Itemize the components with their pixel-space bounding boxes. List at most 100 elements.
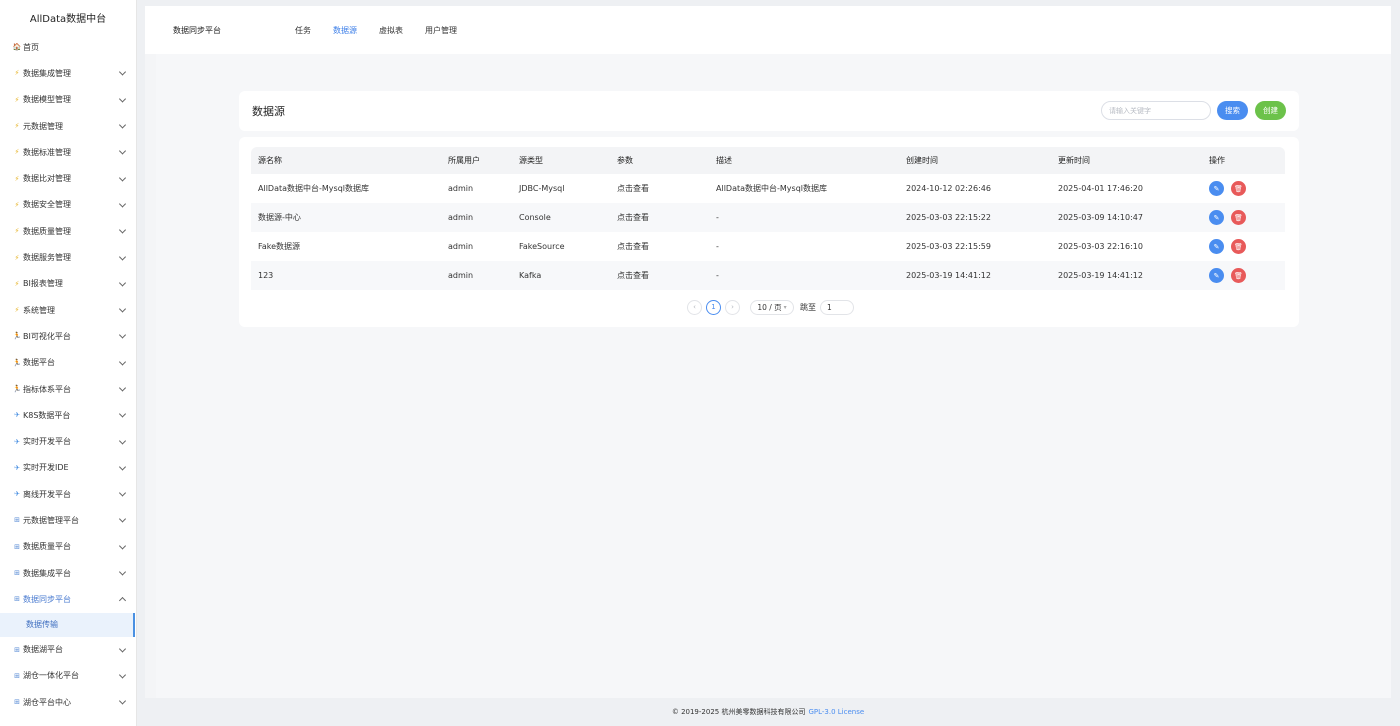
chevron-down-icon <box>118 252 127 261</box>
sidebar-item[interactable]: 🏃 指标体系平台 <box>0 376 136 402</box>
create-button[interactable]: 创建 <box>1255 101 1286 120</box>
sidebar-item[interactable]: ⚡ 数据安全管理 <box>0 192 136 218</box>
page-number-button[interactable]: 1 <box>706 299 721 315</box>
table-row: 123 admin Kafka 点击查看 - 2025-03-19 14:41:12 202… <box>251 261 1285 290</box>
chevron-down-icon <box>118 437 127 445</box>
sidebar-item[interactable]: ⚡ 数据集成管理 <box>0 60 136 86</box>
sidebar-item[interactable]: ⊞ 湖仓一体化平台 <box>0 663 136 689</box>
chevron-down-icon <box>118 697 127 705</box>
edit-icon[interactable]: ✎ <box>1209 239 1224 254</box>
sidebar-item-label: 数据集成管理 <box>23 68 71 78</box>
datasource-table: 源名称 所属用户 源类型 参数 描述 创建时间 更新时间 操作 AllData数… <box>251 147 1285 290</box>
created-time-cell: 2024-10-12 02:26:46 <box>906 184 991 193</box>
tab-datasource[interactable]: 数据源 <box>333 25 357 36</box>
sidebar-item[interactable]: 🏃 数据平台 <box>0 350 136 376</box>
chevron-down-icon <box>118 174 127 182</box>
sidebar-item-label: 数据平台 <box>23 358 55 368</box>
description-cell: AllData数据中台-Mysql数据库 <box>716 184 828 193</box>
sidebar-item[interactable]: ⚡ 数据模型管理 <box>0 87 136 113</box>
bolt-icon: ⚡ <box>14 253 20 262</box>
actions-cell: ✎ 🗑 <box>1209 261 1253 290</box>
platform-title: 数据同步平台 <box>173 25 221 35</box>
delete-icon[interactable]: 🗑 <box>1231 239 1246 254</box>
sidebar-item[interactable]: ⚡ 数据标准管理 <box>0 139 136 165</box>
description-cell: - <box>716 213 719 222</box>
edit-icon[interactable]: ✎ <box>1209 210 1224 225</box>
chevron-down-icon <box>118 279 127 287</box>
chevron-down-icon <box>118 121 127 129</box>
search-input[interactable] <box>1101 101 1211 120</box>
sidebar-item-label: 数据同步平台 <box>23 594 71 604</box>
params-link[interactable]: 点击查看 <box>617 232 649 261</box>
updated-time-cell: 2025-03-19 14:41:12 <box>1058 271 1143 280</box>
sidebar-item-label: 数据安全管理 <box>23 200 71 210</box>
tab-tasks[interactable]: 任务 <box>295 25 311 36</box>
sidebar-item[interactable]: 🏃 BI可视化平台 <box>0 323 136 349</box>
chevron-down-icon <box>118 568 127 576</box>
bolt-icon: ⚡ <box>14 148 20 157</box>
source-type-cell: Console <box>519 213 551 222</box>
sidebar-item[interactable]: ⚡ 数据服务管理 <box>0 244 136 270</box>
table-row: AllData数据中台-Mysql数据库 admin JDBC-Mysql 点击查看 A… <box>251 174 1285 203</box>
delete-icon[interactable]: 🗑 <box>1231 210 1246 225</box>
delete-icon[interactable]: 🗑 <box>1231 268 1246 283</box>
edit-icon[interactable]: ✎ <box>1209 181 1224 196</box>
prev-page-button[interactable]: ‹ <box>687 299 702 315</box>
sidebar-item[interactable]: ⚡ 数据比对管理 <box>0 165 136 191</box>
sidebar-item[interactable]: ✈ K8S数据平台 <box>0 402 136 428</box>
sidebar-item[interactable]: ⚡ 系统管理 <box>0 297 136 323</box>
page-size-select[interactable]: 10 / 页 ▾ <box>750 299 794 315</box>
sidebar-item[interactable]: ⊞ 数据湖平台 <box>0 637 136 663</box>
column-header: 创建时间 <box>906 156 938 165</box>
sidebar-item[interactable]: ✈ 离线开发平台 <box>0 481 136 507</box>
sidebar-item[interactable]: 🏠 首页 <box>0 34 136 60</box>
person-icon: 🏃 <box>12 358 22 367</box>
sidebar-item-label: 数据集成平台 <box>23 568 71 578</box>
sidebar-item[interactable]: ⊞ 湖仓平台中心 <box>0 689 136 715</box>
jump-page-input[interactable] <box>820 299 854 315</box>
tab-virtual-table[interactable]: 虚拟表 <box>379 25 403 36</box>
sidebar-subitem-data-transfer[interactable]: 数据传输 <box>0 612 135 637</box>
params-link[interactable]: 点击查看 <box>617 174 649 203</box>
column-header: 更新时间 <box>1058 156 1090 165</box>
owner-cell: admin <box>448 213 474 222</box>
source-type-cell: FakeSource <box>519 242 565 251</box>
source-type-cell: Kafka <box>519 271 542 280</box>
search-button[interactable]: 搜索 <box>1217 101 1248 120</box>
chevron-down-icon <box>118 305 127 313</box>
chevron-down-icon <box>118 645 127 653</box>
updated-time-cell: 2025-03-09 14:10:47 <box>1058 213 1143 222</box>
sidebar-item[interactable]: ⊞ 数据质量平台 <box>0 534 136 560</box>
delete-icon[interactable]: 🗑 <box>1231 181 1246 196</box>
sidebar-item[interactable]: ⊞ 数据同步平台 <box>0 586 136 612</box>
sidebar-item[interactable]: ⚡ BI报表管理 <box>0 271 136 297</box>
column-header: 所属用户 <box>448 156 480 165</box>
sidebar-item[interactable]: ✈ 实时开发IDE <box>0 455 136 481</box>
sidebar-item-label: 数据质量平台 <box>23 542 71 552</box>
column-header: 源名称 <box>258 156 282 165</box>
params-link[interactable]: 点击查看 <box>617 261 649 290</box>
sidebar-item[interactable]: ⚡ 数据质量管理 <box>0 218 136 244</box>
actions-cell: ✎ 🗑 <box>1209 203 1253 232</box>
actions-cell: ✎ 🗑 <box>1209 174 1253 203</box>
sidebar-item[interactable]: ⚡ 元数据管理 <box>0 113 136 139</box>
sidebar-item-label: 湖仓平台中心 <box>23 697 71 707</box>
sidebar-item[interactable]: ✈ 实时开发平台 <box>0 428 136 454</box>
next-page-button[interactable]: › <box>725 299 740 315</box>
bolt-icon: ⚡ <box>14 279 20 288</box>
sidebar-item[interactable]: ⊞ 数据集成平台 <box>0 560 136 586</box>
description-cell: - <box>716 242 719 251</box>
sidebar-menu: 🏠 首页 ⚡ 数据集成管理 ⚡ 数据模型管理 ⚡ 元数据管理 ⚡ 数据标准管理 ⚡ 数据比对管理 ⚡ 数据… <box>0 34 136 715</box>
license-link[interactable]: GPL-3.0 License <box>808 708 864 716</box>
created-time-cell: 2025-03-03 22:15:22 <box>906 213 991 222</box>
tab-user-management[interactable]: 用户管理 <box>425 25 457 36</box>
k8s-icon: ✈ <box>14 490 20 499</box>
edit-icon[interactable]: ✎ <box>1209 268 1224 283</box>
source-name-cell: 数据源-中心 <box>258 213 301 222</box>
chevron-down-icon <box>118 515 127 524</box>
sidebar-item-label: 元数据管理 <box>23 121 63 131</box>
sidebar-item-label: 数据湖平台 <box>23 645 63 655</box>
sidebar-item[interactable]: ⊞ 元数据管理平台 <box>0 507 136 533</box>
params-link[interactable]: 点击查看 <box>617 203 649 232</box>
header-card: 数据源 搜索 创建 <box>239 91 1299 131</box>
